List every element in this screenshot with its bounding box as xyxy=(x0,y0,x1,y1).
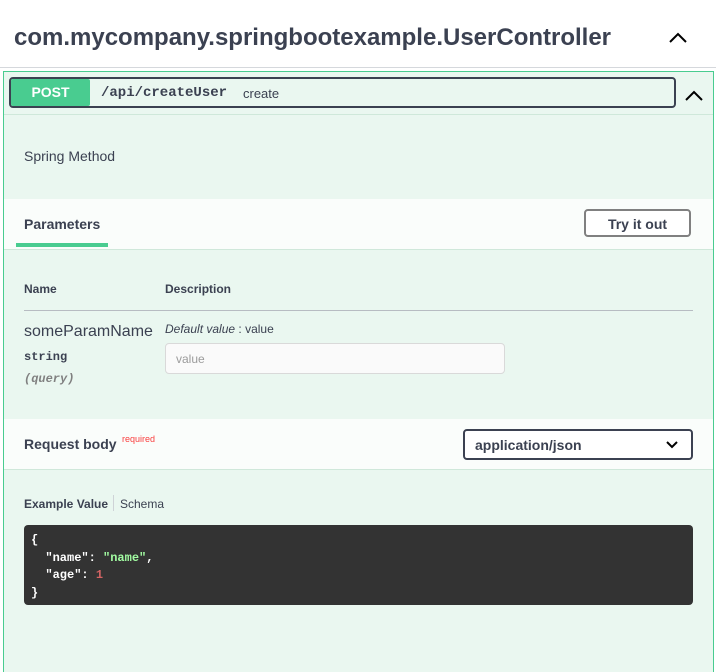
default-value-label: Default value xyxy=(165,322,236,336)
tag-section-header[interactable]: com.mycompany.springbootexample.UserCont… xyxy=(0,0,716,68)
operation-block: POST /api/createUser create Spring Metho… xyxy=(3,71,714,672)
tag-title[interactable]: com.mycompany.springbootexample.UserCont… xyxy=(14,24,611,52)
code-brace-close: } xyxy=(31,585,39,600)
tab-schema[interactable]: Schema xyxy=(120,497,164,511)
tab-active-indicator xyxy=(16,243,108,247)
tab-separator xyxy=(113,495,114,511)
tab-example-value[interactable]: Example Value xyxy=(24,497,108,511)
divider xyxy=(4,114,713,115)
code-brace-open: { xyxy=(31,533,39,547)
parameter-input[interactable]: value xyxy=(165,343,505,374)
parameter-type: string xyxy=(24,350,68,364)
divider xyxy=(4,469,713,470)
chevron-up-icon[interactable] xyxy=(668,30,688,44)
example-code-block: { "name": "name", "age": 1 } xyxy=(24,525,693,605)
required-marker: required xyxy=(122,434,156,444)
operation-path: /api/createUser xyxy=(101,85,228,101)
tab-parameters[interactable]: Parameters xyxy=(24,216,100,232)
try-it-out-button[interactable]: Try it out xyxy=(584,209,691,237)
table-header-divider xyxy=(24,310,693,311)
code-key-age: "age" xyxy=(45,568,82,582)
content-type-value: application/json xyxy=(475,437,582,453)
operation-summary[interactable]: POST /api/createUser create xyxy=(9,77,676,108)
chevron-up-icon xyxy=(685,90,703,101)
column-header-description: Description xyxy=(165,282,232,296)
request-body-label: Request body xyxy=(24,436,117,452)
code-value-name: "name" xyxy=(103,550,147,565)
default-value-text: value xyxy=(245,322,274,336)
chevron-down-icon xyxy=(666,441,678,449)
divider xyxy=(4,249,713,250)
operation-summary-text: create xyxy=(243,86,280,101)
parameter-location: (query) xyxy=(24,372,75,386)
code-value-age: 1 xyxy=(95,568,104,582)
code-key-name: "name" xyxy=(45,550,89,565)
parameter-default: Default value : value xyxy=(165,322,274,336)
parameter-name: someParamName xyxy=(24,323,153,340)
column-header-name: Name xyxy=(24,282,57,296)
operation-description: Spring Method xyxy=(24,148,116,164)
content-type-select[interactable]: application/json xyxy=(463,429,693,460)
method-badge: POST xyxy=(11,79,90,106)
default-value-separator: : xyxy=(235,322,246,336)
collapse-operation-button[interactable] xyxy=(679,78,709,110)
